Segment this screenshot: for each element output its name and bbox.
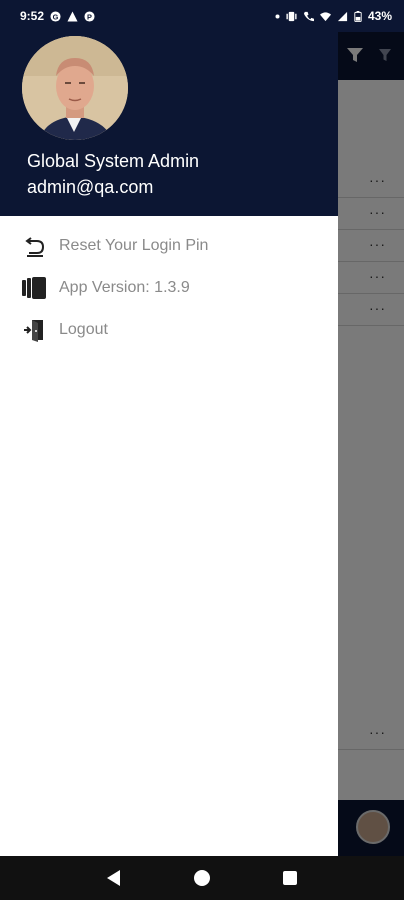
home-button[interactable]: [190, 866, 214, 890]
app-notification-icon: P: [84, 10, 95, 22]
status-time: 9:52: [20, 9, 45, 23]
menu-item-logout[interactable]: Logout: [0, 310, 338, 350]
wifi-calling-icon: [303, 11, 314, 21]
navigation-drawer: Global System Admin admin@qa.com Reset Y…: [0, 32, 338, 856]
recents-button[interactable]: [278, 866, 302, 890]
back-button[interactable]: [102, 866, 126, 890]
system-nav-bar: [0, 856, 404, 900]
menu-item-app-version[interactable]: App Version: 1.3.9: [0, 268, 338, 308]
battery-icon: [354, 10, 362, 22]
profile-photo: [22, 36, 128, 140]
reset-pin-icon: [22, 234, 48, 258]
wifi-icon: [319, 11, 331, 21]
home-icon: [194, 870, 210, 886]
user-name: Global System Admin: [27, 151, 200, 171]
menu-label: Reset Your Login Pin: [59, 237, 209, 254]
svg-text:G: G: [53, 12, 59, 21]
back-icon: [107, 870, 120, 886]
menu-label: Logout: [59, 321, 108, 338]
user-email: admin@qa.com: [27, 177, 154, 197]
logout-icon: [22, 318, 48, 342]
vibrate-icon: [286, 11, 297, 21]
svg-text:P: P: [87, 12, 92, 21]
recents-icon: [283, 871, 297, 885]
status-bar: 9:52 G P 43%: [0, 0, 404, 32]
menu-label: App Version: 1.3.9: [59, 279, 190, 296]
battery-level: 43%: [367, 9, 392, 23]
app-version-icon: [22, 276, 48, 300]
profile-avatar: [22, 36, 128, 140]
drawer-header: Global System Admin admin@qa.com: [0, 32, 338, 216]
warning-icon: [67, 10, 78, 22]
dot-icon: [275, 14, 280, 18]
app-notification-icon: G: [50, 10, 61, 22]
signal-icon: [337, 11, 348, 21]
menu-item-reset-pin[interactable]: Reset Your Login Pin: [0, 226, 338, 266]
